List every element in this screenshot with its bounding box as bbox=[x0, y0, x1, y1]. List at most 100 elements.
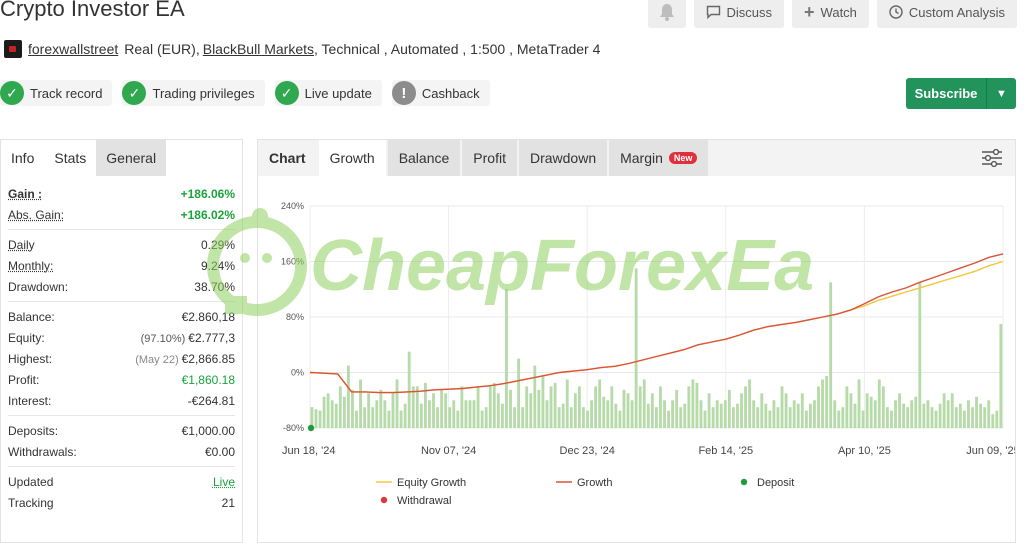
bar bbox=[833, 400, 837, 428]
tab-stats[interactable]: Stats bbox=[44, 140, 97, 176]
bar bbox=[885, 407, 889, 428]
stat-value: €0.00 bbox=[204, 444, 235, 459]
stat-value: -€264.81 bbox=[187, 393, 235, 408]
bar bbox=[342, 396, 346, 428]
growth-line bbox=[309, 253, 1004, 394]
stat-label[interactable]: Monthly: bbox=[8, 259, 53, 273]
exclamation-icon: ! bbox=[391, 81, 416, 105]
bar bbox=[711, 407, 715, 428]
stat-value: +186.06% bbox=[180, 186, 235, 201]
bar bbox=[444, 393, 448, 428]
bar bbox=[659, 386, 662, 428]
bar bbox=[436, 407, 439, 428]
tab-growth[interactable]: Growth bbox=[318, 140, 386, 176]
bar bbox=[938, 403, 942, 428]
tab-balance[interactable]: Balance bbox=[387, 140, 461, 176]
check-icon: ✓ bbox=[274, 81, 299, 105]
tab-margin-label: Margin bbox=[620, 150, 663, 166]
bar bbox=[813, 400, 816, 428]
tab-info[interactable]: Info bbox=[1, 140, 45, 176]
chevron-down-icon[interactable]: ▼ bbox=[986, 78, 1016, 109]
page-title: Crypto Investor EA bbox=[0, 0, 185, 21]
stat-value: 21 bbox=[221, 495, 235, 510]
bar bbox=[371, 407, 375, 428]
bar bbox=[314, 409, 318, 428]
stat-label: Profit: bbox=[8, 372, 40, 387]
bar bbox=[825, 375, 829, 428]
stat-value[interactable]: Live bbox=[213, 475, 235, 489]
tab-margin[interactable]: Margin New bbox=[609, 140, 709, 176]
stat-label[interactable]: Abs. Gain: bbox=[8, 208, 64, 222]
bar bbox=[553, 382, 557, 428]
bar bbox=[946, 400, 950, 428]
equity-amount: €2.777,3 bbox=[188, 330, 235, 345]
bar bbox=[452, 400, 456, 428]
live-update-badge[interactable]: ✓ Live update bbox=[274, 80, 382, 106]
custom-analysis-label: Custom Analysis bbox=[908, 4, 1005, 20]
bar bbox=[569, 407, 573, 428]
user-link[interactable]: forexwallstreet bbox=[28, 41, 118, 57]
check-icon: ✓ bbox=[122, 81, 147, 105]
stat-label: Equity: bbox=[8, 330, 45, 345]
bar bbox=[590, 400, 593, 428]
bar bbox=[529, 393, 533, 428]
deposit-point bbox=[307, 424, 315, 432]
stats-tabs: Info Stats General bbox=[1, 140, 242, 176]
stat-row-balance: Balance: €2.860,18 bbox=[8, 306, 235, 327]
bar bbox=[971, 407, 974, 428]
bar bbox=[650, 393, 654, 428]
bar bbox=[934, 410, 938, 428]
bar bbox=[387, 410, 391, 428]
broker-link[interactable]: BlackBull Markets bbox=[203, 41, 314, 57]
bar bbox=[845, 386, 849, 428]
trading-privileges-badge[interactable]: ✓ Trading privileges bbox=[122, 80, 265, 106]
stat-value: (May 22) €2,866.85 bbox=[135, 352, 235, 366]
bar bbox=[338, 386, 342, 428]
legend-withdrawal-swatch bbox=[380, 496, 388, 504]
bar bbox=[375, 400, 379, 428]
bar bbox=[517, 358, 521, 428]
tab-general[interactable]: General bbox=[96, 140, 167, 176]
tab-profit[interactable]: Profit bbox=[462, 140, 517, 176]
bar bbox=[399, 410, 403, 428]
y-tick-label: 80% bbox=[286, 312, 304, 322]
bar bbox=[788, 407, 792, 428]
tab-chart: Chart bbox=[258, 140, 317, 176]
bar bbox=[837, 410, 841, 428]
x-tick-label: Dec 23, '24 bbox=[560, 445, 615, 457]
stat-label: Highest: bbox=[8, 351, 53, 366]
stats-panel: Info Stats General Gain : +186.06% Abs. … bbox=[0, 139, 243, 543]
notify-button[interactable] bbox=[647, 0, 686, 28]
bar bbox=[776, 407, 780, 428]
bar bbox=[930, 407, 934, 428]
stat-label[interactable]: Daily bbox=[8, 238, 35, 252]
stat-value: +186.02% bbox=[180, 207, 235, 222]
bar bbox=[334, 403, 338, 428]
bar bbox=[687, 386, 691, 428]
bar bbox=[456, 410, 460, 428]
watch-button[interactable]: + Watch bbox=[792, 0, 869, 28]
custom-analysis-button[interactable]: Custom Analysis bbox=[876, 0, 1017, 28]
tab-drawdown[interactable]: Drawdown bbox=[518, 140, 608, 176]
subscribe-button[interactable]: Subscribe ▼ bbox=[906, 78, 1016, 109]
stat-row-highest: Highest: (May 22) €2,866.85 bbox=[8, 348, 235, 369]
bar bbox=[379, 389, 383, 428]
divider bbox=[8, 229, 235, 230]
settings-sliders-icon[interactable] bbox=[981, 148, 1003, 168]
bar bbox=[448, 407, 452, 428]
cashback-badge[interactable]: ! Cashback bbox=[391, 80, 490, 106]
bar bbox=[598, 379, 602, 428]
bar bbox=[890, 410, 893, 428]
stat-label: Tracking bbox=[8, 495, 54, 510]
bar bbox=[622, 389, 626, 428]
bar bbox=[346, 365, 350, 428]
legend-growth-label: Growth bbox=[577, 477, 612, 489]
bar bbox=[513, 407, 516, 428]
avatar[interactable] bbox=[4, 40, 22, 58]
stat-label[interactable]: Gain : bbox=[8, 187, 42, 201]
y-tick-label: 240% bbox=[281, 201, 304, 211]
discuss-button[interactable]: Discuss bbox=[693, 0, 785, 28]
stat-label: Drawdown: bbox=[8, 279, 69, 294]
bar bbox=[407, 351, 411, 428]
track-record-badge[interactable]: ✓ Track record bbox=[0, 80, 113, 106]
